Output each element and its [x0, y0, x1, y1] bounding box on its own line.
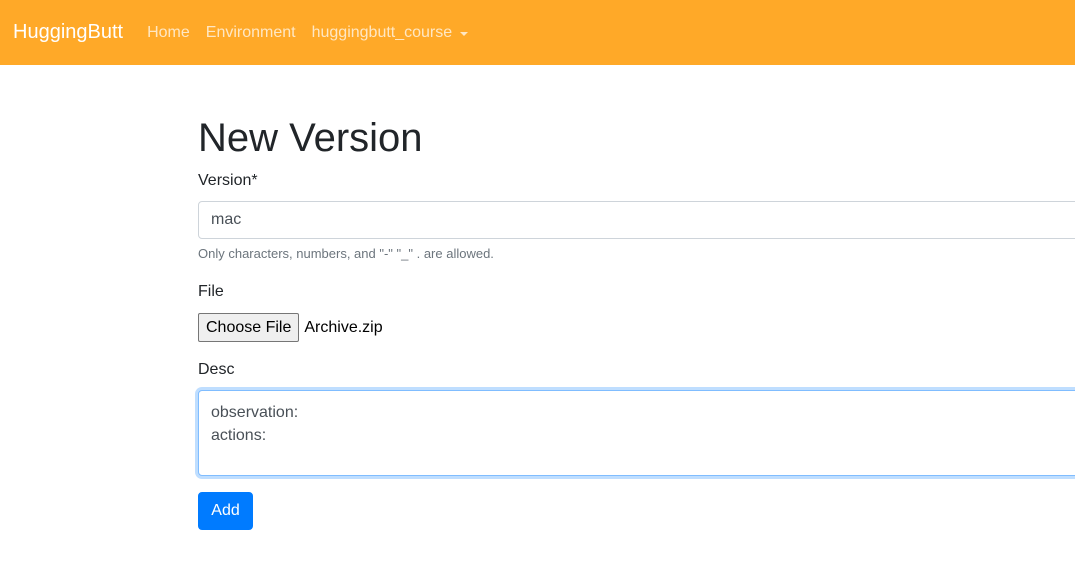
nav-link-home[interactable]: Home: [147, 24, 190, 42]
version-help-text: Only characters, numbers, and "-" "_" . …: [198, 246, 494, 261]
navbar-brand[interactable]: HuggingButt: [13, 21, 123, 44]
choose-file-button[interactable]: Choose File: [198, 313, 300, 342]
selected-file-name: Archive.zip: [304, 318, 383, 336]
add-button[interactable]: Add: [198, 492, 253, 530]
desc-textarea[interactable]: observation: actions:: [198, 390, 1075, 476]
nav-dropdown-course[interactable]: huggingbutt_course: [312, 24, 469, 42]
navbar: HuggingButt Home Environment huggingbutt…: [0, 0, 1075, 65]
chevron-down-icon: [460, 31, 469, 36]
nav-link-environment[interactable]: Environment: [206, 24, 296, 42]
file-label: File: [198, 283, 224, 300]
page-title: New Version: [198, 116, 423, 160]
file-input[interactable]: Choose File Archive.zip: [198, 313, 383, 342]
desc-label: Desc: [198, 361, 235, 378]
nav-dropdown-label: huggingbutt_course: [311, 23, 453, 41]
version-label: Version*: [198, 172, 258, 189]
version-input[interactable]: [198, 201, 1075, 239]
